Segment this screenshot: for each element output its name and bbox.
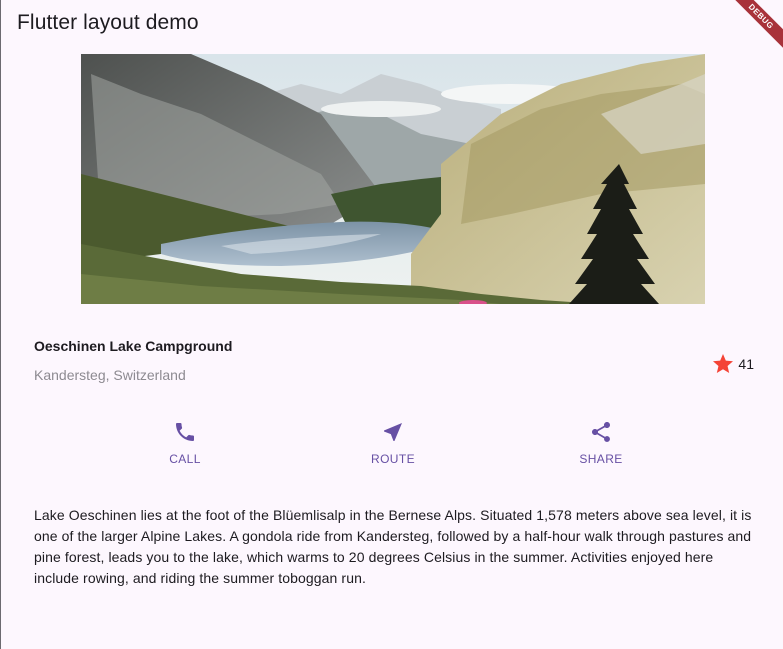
description-text: Lake Oeschinen lies at the foot of the B…: [34, 507, 752, 586]
call-label: CALL: [169, 452, 201, 466]
rating-count: 41: [738, 356, 754, 372]
action-buttons: CALL ROUTE SHARE: [81, 420, 705, 470]
route-button[interactable]: ROUTE: [289, 420, 497, 470]
share-icon: [592, 422, 610, 442]
phone-icon: [176, 423, 194, 441]
app-title: Flutter layout demo: [17, 11, 199, 34]
share-button[interactable]: SHARE: [497, 420, 705, 470]
app-bar: Flutter layout demo: [1, 0, 783, 50]
lake-image: [81, 54, 705, 304]
title-section: Oeschinen Lake Campground Kandersteg, Sw…: [34, 338, 754, 383]
share-label: SHARE: [579, 452, 623, 466]
star-icon: [713, 354, 734, 373]
route-label: ROUTE: [371, 452, 415, 466]
app-window: Flutter layout demo DEBUG Oeschinen Lake…: [0, 0, 783, 649]
debug-banner: DEBUG: [723, 0, 783, 60]
navigation-icon: [384, 423, 402, 441]
debug-label: DEBUG: [725, 0, 783, 53]
place-location: Kandersteg, Switzerland: [34, 367, 186, 383]
call-button[interactable]: CALL: [81, 420, 289, 470]
place-name: Oeschinen Lake Campground: [34, 338, 233, 354]
rating: 41: [711, 352, 754, 376]
